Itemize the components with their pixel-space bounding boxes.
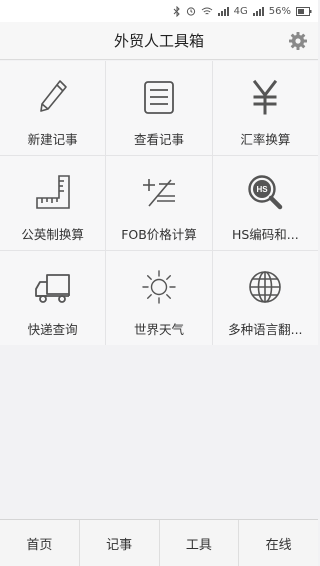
status-bar: 4G 56% [0,0,318,22]
ruler-icon [33,172,73,216]
settings-gear-icon[interactable] [288,31,308,51]
tab-home[interactable]: 首页 [0,520,80,566]
tab-tools[interactable]: 工具 [160,520,240,566]
tool-world-weather[interactable]: 世界天气 [106,251,212,345]
tool-new-note[interactable]: 新建记事 [0,61,106,155]
tool-express-tracking[interactable]: 快递查询 [0,251,106,345]
tool-label: 汇率换算 [240,132,291,147]
battery-percent: 56% [268,5,291,17]
tool-label: FOB价格计算 [121,227,197,242]
notes-list-icon [139,77,179,121]
tool-hs-code[interactable]: HS HS编码和... [212,156,318,250]
pencil-icon [33,77,73,121]
tool-label: HS编码和... [231,227,299,242]
page-title: 外贸人工具箱 [113,32,204,50]
alarm-icon [186,6,196,16]
signal-icon-2 [252,6,264,16]
hs-search-icon: HS [245,172,285,216]
tool-label: 新建记事 [27,132,78,147]
signal-icon [217,6,229,16]
truck-icon [33,267,73,311]
tab-online[interactable]: 在线 [239,520,318,566]
bottom-tab-bar: 首页 记事 工具 在线 [0,519,318,566]
tool-translation[interactable]: 多种语言翻... [212,251,318,345]
tool-label: 世界天气 [133,322,184,337]
tool-exchange-rate[interactable]: 汇率换算 [212,61,318,155]
tool-view-notes[interactable]: 查看记事 [106,61,212,155]
tool-label: 查看记事 [133,132,184,147]
tools-grid: 新建记事 查看记事 汇率换算 公英制换算 FOB价格计算 HS HS编码和...… [0,61,318,345]
tool-label: 多种语言翻... [228,322,303,337]
tool-unit-conversion[interactable]: 公英制换算 [0,156,106,250]
yen-icon [245,77,285,121]
calculator-symbols-icon [139,172,179,216]
title-bar: 外贸人工具箱 [0,22,318,60]
tool-fob-price[interactable]: FOB价格计算 [106,156,212,250]
wifi-icon [201,7,213,16]
tool-label: 快递查询 [27,322,78,337]
battery-icon [296,6,312,16]
network-type: 4G [233,5,248,17]
tab-notes[interactable]: 记事 [80,520,160,566]
svg-text:HS: HS [257,185,269,194]
tool-label: 公英制换算 [21,227,84,242]
bluetooth-icon [173,5,181,17]
globe-icon [245,267,285,311]
sun-icon [139,267,179,311]
